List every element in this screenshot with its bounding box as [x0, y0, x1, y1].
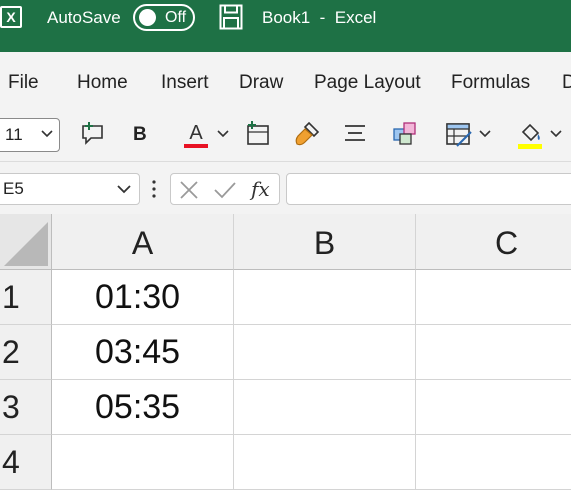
cell-a2-value: 03:45 — [95, 333, 181, 371]
cancel-icon[interactable] — [179, 180, 199, 200]
column-header-b[interactable]: B — [234, 214, 416, 270]
cell-a3[interactable]: 05:35 — [52, 380, 234, 435]
document-title: Book1 - Excel — [262, 8, 377, 27]
cell-a1[interactable]: 01:30 — [52, 270, 234, 325]
excel-logo-icon: X — [0, 6, 22, 28]
select-all-triangle-icon — [4, 222, 48, 266]
cell-a2[interactable]: 03:45 — [52, 325, 234, 380]
save-icon[interactable] — [219, 4, 243, 30]
chevron-down-icon[interactable] — [550, 129, 562, 139]
formula-input[interactable] — [286, 173, 571, 205]
cell-b1[interactable] — [234, 270, 416, 325]
font-color-icon[interactable]: A — [183, 120, 211, 150]
row-header-4[interactable]: 4 — [0, 435, 52, 490]
tab-formulas[interactable]: Formulas — [451, 72, 530, 94]
tab-page-layout[interactable]: Page Layout — [314, 72, 421, 94]
name-box[interactable]: E5 — [0, 173, 140, 205]
tab-draw[interactable]: Draw — [239, 72, 283, 94]
font-size-value: 11 — [5, 125, 23, 144]
new-comment-icon[interactable] — [80, 120, 106, 146]
enter-check-icon[interactable] — [213, 180, 237, 200]
select-all-corner[interactable] — [0, 214, 52, 270]
cell-c2[interactable] — [416, 325, 571, 380]
cell-c1[interactable] — [416, 270, 571, 325]
chevron-down-icon[interactable] — [479, 129, 491, 139]
cell-b3[interactable] — [234, 380, 416, 435]
align-icon[interactable] — [343, 124, 367, 142]
3d-shapes-icon[interactable] — [392, 120, 418, 146]
name-box-value: E5 — [3, 179, 24, 198]
title-bar: X AutoSave Off Book1 - Excel — [0, 0, 571, 52]
font-size-select[interactable]: 11 — [0, 118, 60, 152]
autosave-toggle[interactable]: Off — [133, 4, 195, 31]
formula-bar: E5 fx — [0, 162, 571, 214]
svg-text:A: A — [189, 122, 203, 144]
cell-a4[interactable] — [52, 435, 234, 490]
row-header-2[interactable]: 2 — [0, 325, 52, 380]
more-options-icon[interactable] — [152, 180, 156, 198]
insert-function-button[interactable]: fx — [251, 176, 270, 202]
column-header-a[interactable]: A — [52, 214, 234, 270]
formula-buttons: fx — [170, 173, 280, 205]
cell-c3[interactable] — [416, 380, 571, 435]
chevron-down-icon — [41, 130, 53, 138]
cell-c4[interactable] — [416, 435, 571, 490]
chevron-down-icon[interactable] — [117, 183, 131, 195]
fill-color-icon[interactable] — [517, 120, 545, 150]
cell-b4[interactable] — [234, 435, 416, 490]
column-header-c[interactable]: C — [416, 214, 571, 270]
autosave-label: AutoSave — [47, 8, 121, 27]
row-header-1[interactable]: 1 — [0, 270, 52, 325]
chevron-down-icon[interactable] — [217, 129, 229, 139]
spreadsheet-grid: A B C 1 2 3 4 01:30 03:45 05:35 — [0, 214, 571, 490]
tab-file[interactable]: File — [8, 72, 39, 94]
tab-data[interactable]: D — [562, 72, 571, 94]
bold-button[interactable]: B — [133, 124, 147, 146]
cell-b2[interactable] — [234, 325, 416, 380]
toggle-knob — [139, 9, 156, 26]
row-header-3[interactable]: 3 — [0, 380, 52, 435]
cell-a1-value: 01:30 — [95, 278, 181, 316]
tab-insert[interactable]: Insert — [161, 72, 209, 94]
autosave-state: Off — [165, 9, 187, 26]
tab-home[interactable]: Home — [77, 72, 128, 94]
format-table-icon[interactable] — [445, 120, 473, 148]
format-painter-icon[interactable] — [293, 120, 321, 148]
svg-text:X: X — [6, 9, 16, 25]
cell-a3-value: 05:35 — [95, 388, 181, 426]
ribbon-tabs: File Home Insert Draw Page Layout Formul… — [0, 52, 571, 102]
insert-cells-icon[interactable] — [244, 120, 272, 146]
ribbon-toolbar: 11 B A — [0, 102, 571, 162]
